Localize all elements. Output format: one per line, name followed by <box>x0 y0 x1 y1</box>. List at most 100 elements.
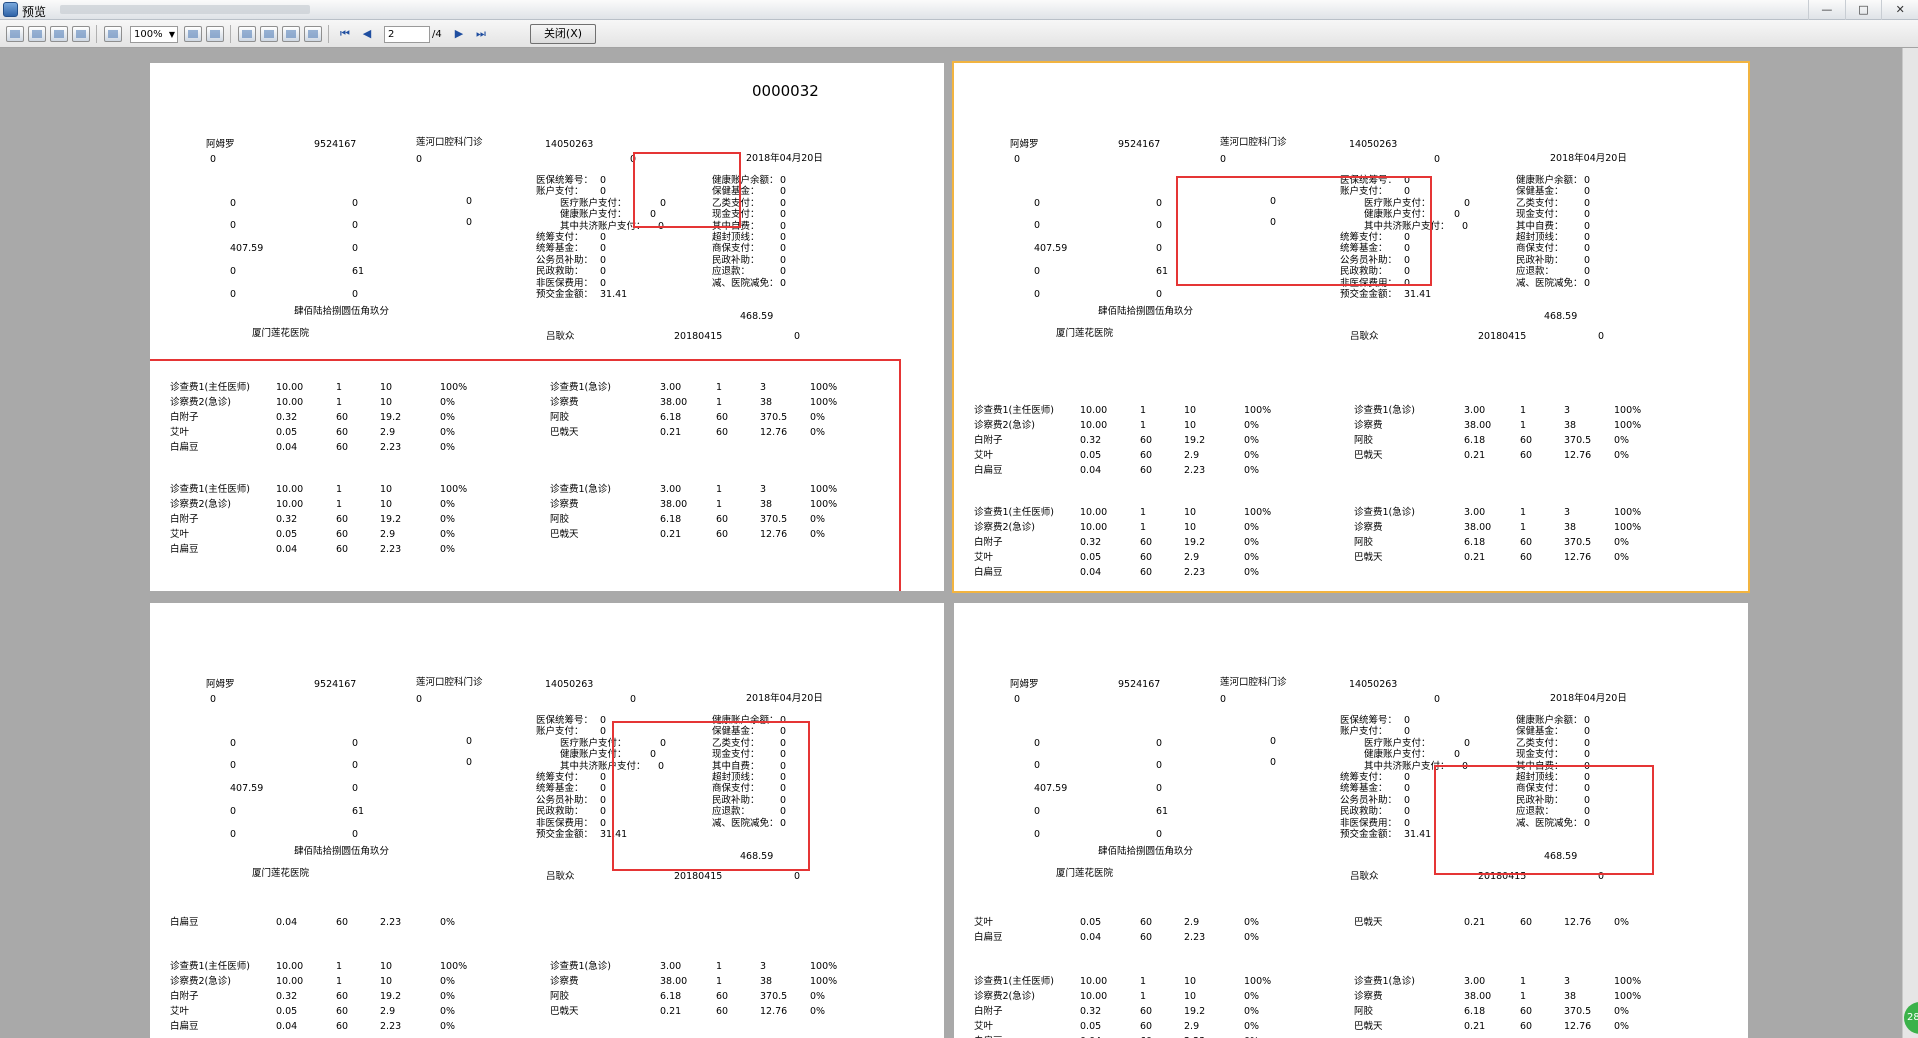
maximize-button[interactable]: □ <box>1844 0 1882 20</box>
minimize-button[interactable]: — <box>1808 0 1845 20</box>
first-page-icon[interactable]: ⏮ <box>338 28 352 40</box>
hospital-name: 厦门莲花医院 <box>1056 868 1114 879</box>
line-item-cell: 白附子 <box>974 1006 1003 1017</box>
last-page-icon[interactable]: ⏭ <box>474 28 488 40</box>
settlement-label: 非医保费用： <box>1340 817 1398 829</box>
line-item-cell: 诊察费 <box>1354 420 1383 431</box>
amount-value: 0 <box>466 196 473 207</box>
line-item-cell: 1 <box>336 976 343 987</box>
settlement-value: 0 <box>600 277 607 289</box>
amount-value: 0 <box>352 243 359 254</box>
line-item-cell: 60 <box>1520 1006 1533 1017</box>
line-item-cell: 370.5 <box>1564 435 1592 446</box>
payment-value: 0 <box>1584 254 1591 266</box>
settlement-label: 统筹基金： <box>536 243 584 255</box>
line-item-cell: 2.23 <box>1184 567 1206 578</box>
payment-value: 0 <box>1584 715 1591 726</box>
save-icon[interactable] <box>50 26 68 42</box>
line-item-cell: 0.05 <box>276 1006 298 1017</box>
close-window-button[interactable]: ✕ <box>1881 0 1918 20</box>
record-number: 14050263 <box>545 139 594 150</box>
zoom-in-icon[interactable] <box>104 26 122 42</box>
line-item-cell: 1 <box>1520 522 1527 533</box>
vertical-scrollbar[interactable] <box>1902 48 1918 1038</box>
line-item-cell: 3.00 <box>1464 405 1486 416</box>
prev-page-icon[interactable]: ◀ <box>360 28 374 40</box>
line-item-cell: 6.18 <box>1464 435 1486 446</box>
line-item-cell: 阿胶 <box>1354 435 1374 446</box>
settlement-label: 统筹基金： <box>1340 783 1388 795</box>
payment-value: 0 <box>780 220 787 232</box>
amount-value: 0 <box>230 760 237 771</box>
zero-value: 0 <box>1014 154 1021 165</box>
settlement-label: 医疗账户支付： <box>560 197 627 209</box>
payment-value: 0 <box>780 197 787 209</box>
line-item-cell: 0% <box>440 976 456 987</box>
next-page-icon[interactable]: ▶ <box>452 28 466 40</box>
line-item-cell: 1 <box>1520 507 1527 518</box>
line-item-cell: 1 <box>1140 420 1147 431</box>
print-icon[interactable] <box>6 26 24 42</box>
page-number-input[interactable]: 2 <box>384 26 430 43</box>
line-item-cell: 诊查费1(主任医师) <box>974 507 1054 518</box>
settlement-label: 统筹基金： <box>536 783 584 795</box>
line-item-cell: 1 <box>1520 976 1527 987</box>
line-item-cell: 3 <box>760 961 767 972</box>
line-item-cell: 白附子 <box>974 537 1003 548</box>
line-item-cell: 白扁豆 <box>974 567 1003 578</box>
zoom-select[interactable]: 100% ▼ <box>130 26 178 43</box>
line-item-cell: 1 <box>1140 405 1147 416</box>
line-item-cell: 10.00 <box>1080 507 1108 518</box>
red-highlight-box <box>1176 176 1432 286</box>
payment-value: 0 <box>780 209 787 221</box>
close-preview-button[interactable]: 关闭(X) <box>530 24 596 44</box>
line-item-cell: 38.00 <box>1464 522 1492 533</box>
find-icon[interactable] <box>72 26 90 42</box>
line-item-cell: 阿胶 <box>1354 537 1374 548</box>
open-icon[interactable] <box>28 26 46 42</box>
line-item-cell: 巴戟天 <box>1354 1021 1383 1032</box>
settlement-label: 健康账户支付： <box>560 209 627 221</box>
line-item-cell: 0% <box>1244 1021 1260 1032</box>
line-item-cell: 阿胶 <box>1354 1006 1374 1017</box>
zero-value: 0 <box>1220 694 1227 705</box>
line-item-cell: 1 <box>1140 507 1147 518</box>
line-item-cell: 诊查费1(急诊) <box>550 961 611 972</box>
line-item-cell: 0% <box>1244 450 1260 461</box>
payment-value: 0 <box>1584 232 1591 243</box>
amount-value: 0 <box>230 198 237 209</box>
payment-label: 超封顶线： <box>1516 232 1564 243</box>
red-highlight-box <box>633 152 741 228</box>
line-item-cell: 1 <box>716 976 723 987</box>
payment-label: 商保支付： <box>1516 243 1564 255</box>
ticket-number: 0000032 <box>752 82 819 100</box>
line-item-cell: 60 <box>336 1006 349 1017</box>
settlement-label: 非医保费用： <box>536 277 594 289</box>
line-item-cell: 0% <box>1614 552 1630 563</box>
multi-page-icon[interactable] <box>260 26 278 42</box>
amount-value: 0 <box>352 289 359 300</box>
settlement-value: 0 <box>1454 749 1461 761</box>
line-item-cell: 0.04 <box>1080 465 1102 476</box>
line-item-cell: 0.32 <box>276 991 298 1002</box>
page-setup-icon[interactable] <box>282 26 300 42</box>
line-item-cell: 诊察费2(急诊) <box>974 991 1035 1002</box>
amount-value: 0 <box>1034 806 1041 817</box>
payment-value: 0 <box>780 175 787 186</box>
line-item-cell: 白附子 <box>974 435 1003 446</box>
fit-page-icon[interactable] <box>206 26 224 42</box>
line-item-cell: 60 <box>1140 537 1153 548</box>
line-item-cell: 0% <box>1244 420 1260 431</box>
cashier-name: 吕耿众 <box>546 331 575 342</box>
line-item-cell: 3.00 <box>1464 507 1486 518</box>
settlement-value: 0 <box>1464 737 1471 749</box>
line-item-cell: 60 <box>1140 1006 1153 1017</box>
edit-icon[interactable] <box>304 26 322 42</box>
single-page-icon[interactable] <box>238 26 256 42</box>
amount-value: 0 <box>1034 760 1041 771</box>
line-item-cell: 100% <box>1614 405 1642 416</box>
amount-value: 0 <box>1156 220 1163 231</box>
zoom-out-icon[interactable] <box>184 26 202 42</box>
patient-name: 阿姆罗 <box>206 139 235 150</box>
amount-value: 407.59 <box>1034 783 1068 794</box>
